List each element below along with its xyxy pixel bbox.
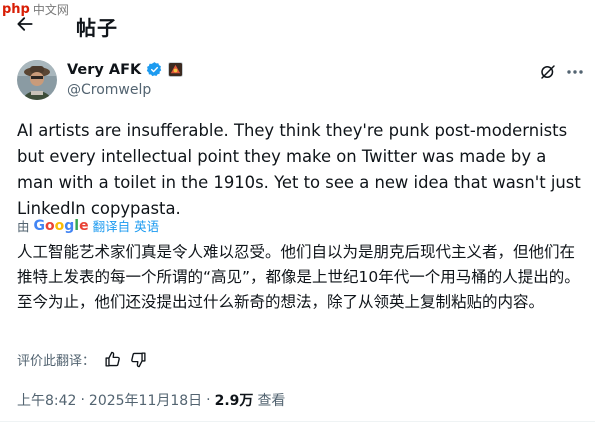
author-name[interactable]: Very AFK bbox=[67, 62, 141, 78]
translated-by-label: 由 bbox=[17, 219, 30, 234]
more-button[interactable] bbox=[565, 64, 585, 80]
tweet-date[interactable]: 2025年11月18日 bbox=[89, 390, 202, 410]
tweet-time[interactable]: 上午8:42 bbox=[17, 390, 76, 410]
rate-translation-label: 评价此翻译： bbox=[17, 354, 96, 369]
author-row: Very AFK @Cromwelp bbox=[17, 60, 587, 104]
google-logo-letter: g bbox=[64, 217, 75, 234]
meta-separator: · bbox=[80, 392, 85, 408]
google-logo-letter: o bbox=[54, 217, 65, 234]
meta-separator: · bbox=[206, 392, 211, 408]
author-name-row: Very AFK bbox=[67, 61, 184, 78]
google-logo: Google bbox=[34, 218, 89, 234]
divider bbox=[0, 421, 595, 422]
views-label: 查看 bbox=[257, 393, 286, 409]
page-title: 帖子 bbox=[76, 16, 118, 40]
verified-badge-icon bbox=[147, 62, 162, 77]
tweet-meta: 上午8:42 · 2025年11月18日 · 2.9万 查看 bbox=[17, 390, 285, 410]
google-logo-letter: o bbox=[45, 217, 55, 234]
thumbs-up-button[interactable] bbox=[104, 351, 121, 368]
avatar[interactable] bbox=[17, 60, 57, 100]
grok-button[interactable] bbox=[539, 63, 557, 81]
top-bar: 帖子 bbox=[0, 0, 595, 52]
back-button[interactable] bbox=[14, 13, 36, 35]
views-count: 2.9万 bbox=[214, 393, 254, 409]
grok-icon bbox=[541, 65, 555, 79]
avatar-image bbox=[17, 60, 57, 100]
translated-text: 人工智能艺术家们真是令人难以忍受。他们自以为是朋克后现代主义者，但他们在推特上发… bbox=[17, 243, 580, 311]
author-handle[interactable]: @Cromwelp bbox=[67, 82, 151, 98]
tweet-text: AI artists are insufferable. They think … bbox=[17, 121, 581, 218]
google-logo-letter: G bbox=[33, 217, 46, 234]
more-horizontal-icon bbox=[567, 70, 583, 74]
translation-attribution: 由 Google 翻译自 英语 bbox=[17, 216, 159, 235]
google-logo-letter: e bbox=[79, 217, 89, 234]
rate-translation: 评价此翻译： bbox=[17, 350, 147, 369]
arrow-left-icon bbox=[17, 17, 33, 31]
affiliate-badge-icon[interactable] bbox=[168, 62, 184, 77]
thumbs-up-icon bbox=[105, 351, 120, 367]
translation-source-link[interactable]: 翻译自 英语 bbox=[93, 216, 159, 235]
thumbs-down-button[interactable] bbox=[130, 351, 147, 368]
thumbs-down-icon bbox=[131, 352, 146, 368]
